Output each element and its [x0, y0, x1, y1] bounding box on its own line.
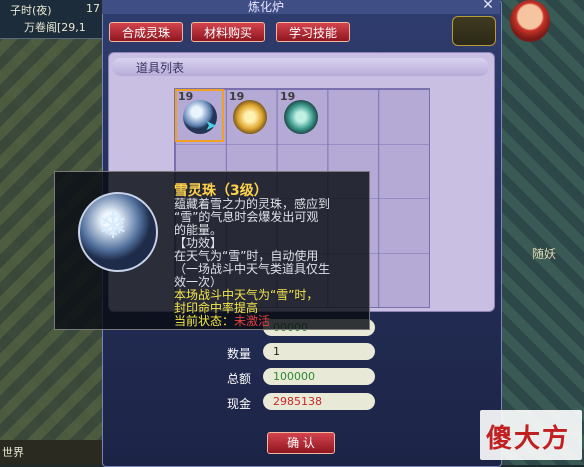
- snowflake-icon: ❄: [98, 206, 129, 247]
- window-title: 炼化炉: [248, 0, 285, 14]
- quantity-input[interactable]: 1: [263, 343, 375, 360]
- treasure-chest-icon[interactable]: [452, 16, 496, 46]
- window-title-bar[interactable]: [102, 0, 500, 14]
- panel-header: 道具列表: [136, 61, 185, 75]
- hud-bottom-left: 世界: [0, 440, 102, 465]
- confirm-button[interactable]: 确 认: [267, 432, 335, 454]
- water-drop-orb-icon[interactable]: [284, 100, 318, 134]
- status-value: 未激活: [234, 314, 271, 328]
- scene-label: 随妖: [532, 247, 557, 261]
- cash-field: 2985138: [263, 393, 375, 410]
- location-label: 万卷阁[29,1: [24, 21, 86, 34]
- tab-buy-materials[interactable]: 材料购买: [191, 22, 265, 42]
- tooltip-description: 蕴藏着雪之力的灵珠，感应到 “雪”的气息时会爆发出可观 的能量。 【功效】 在天…: [174, 198, 330, 328]
- player-portrait[interactable]: [510, 0, 550, 42]
- cash-label: 现金: [227, 397, 252, 411]
- tab-synthesize-orb[interactable]: 合成灵珠: [109, 22, 183, 42]
- quantity-label: 数量: [227, 347, 252, 361]
- scene-right-strip: [500, 0, 584, 465]
- snowflake-orb-icon: ❄: [78, 192, 158, 272]
- time-extra: 17: [86, 2, 100, 15]
- world-chat-label[interactable]: 世界: [2, 444, 24, 460]
- tab-learn-skill[interactable]: 学习技能: [276, 22, 350, 42]
- total-field: 100000: [263, 368, 375, 385]
- golden-swirl-orb-icon[interactable]: [233, 100, 267, 134]
- status-label: 当前状态：: [174, 314, 235, 328]
- tooltip-status: 当前状态：未激活: [174, 315, 330, 328]
- close-icon[interactable]: ✕: [480, 0, 496, 13]
- watermark-text: 傻大方: [486, 424, 571, 454]
- cursor-icon: ➤: [205, 118, 217, 134]
- total-label: 总额: [227, 372, 252, 386]
- hud-top-left: 子时(夜) 17 万卷阁[29,1: [0, 0, 108, 39]
- time-label: 子时(夜): [10, 4, 52, 17]
